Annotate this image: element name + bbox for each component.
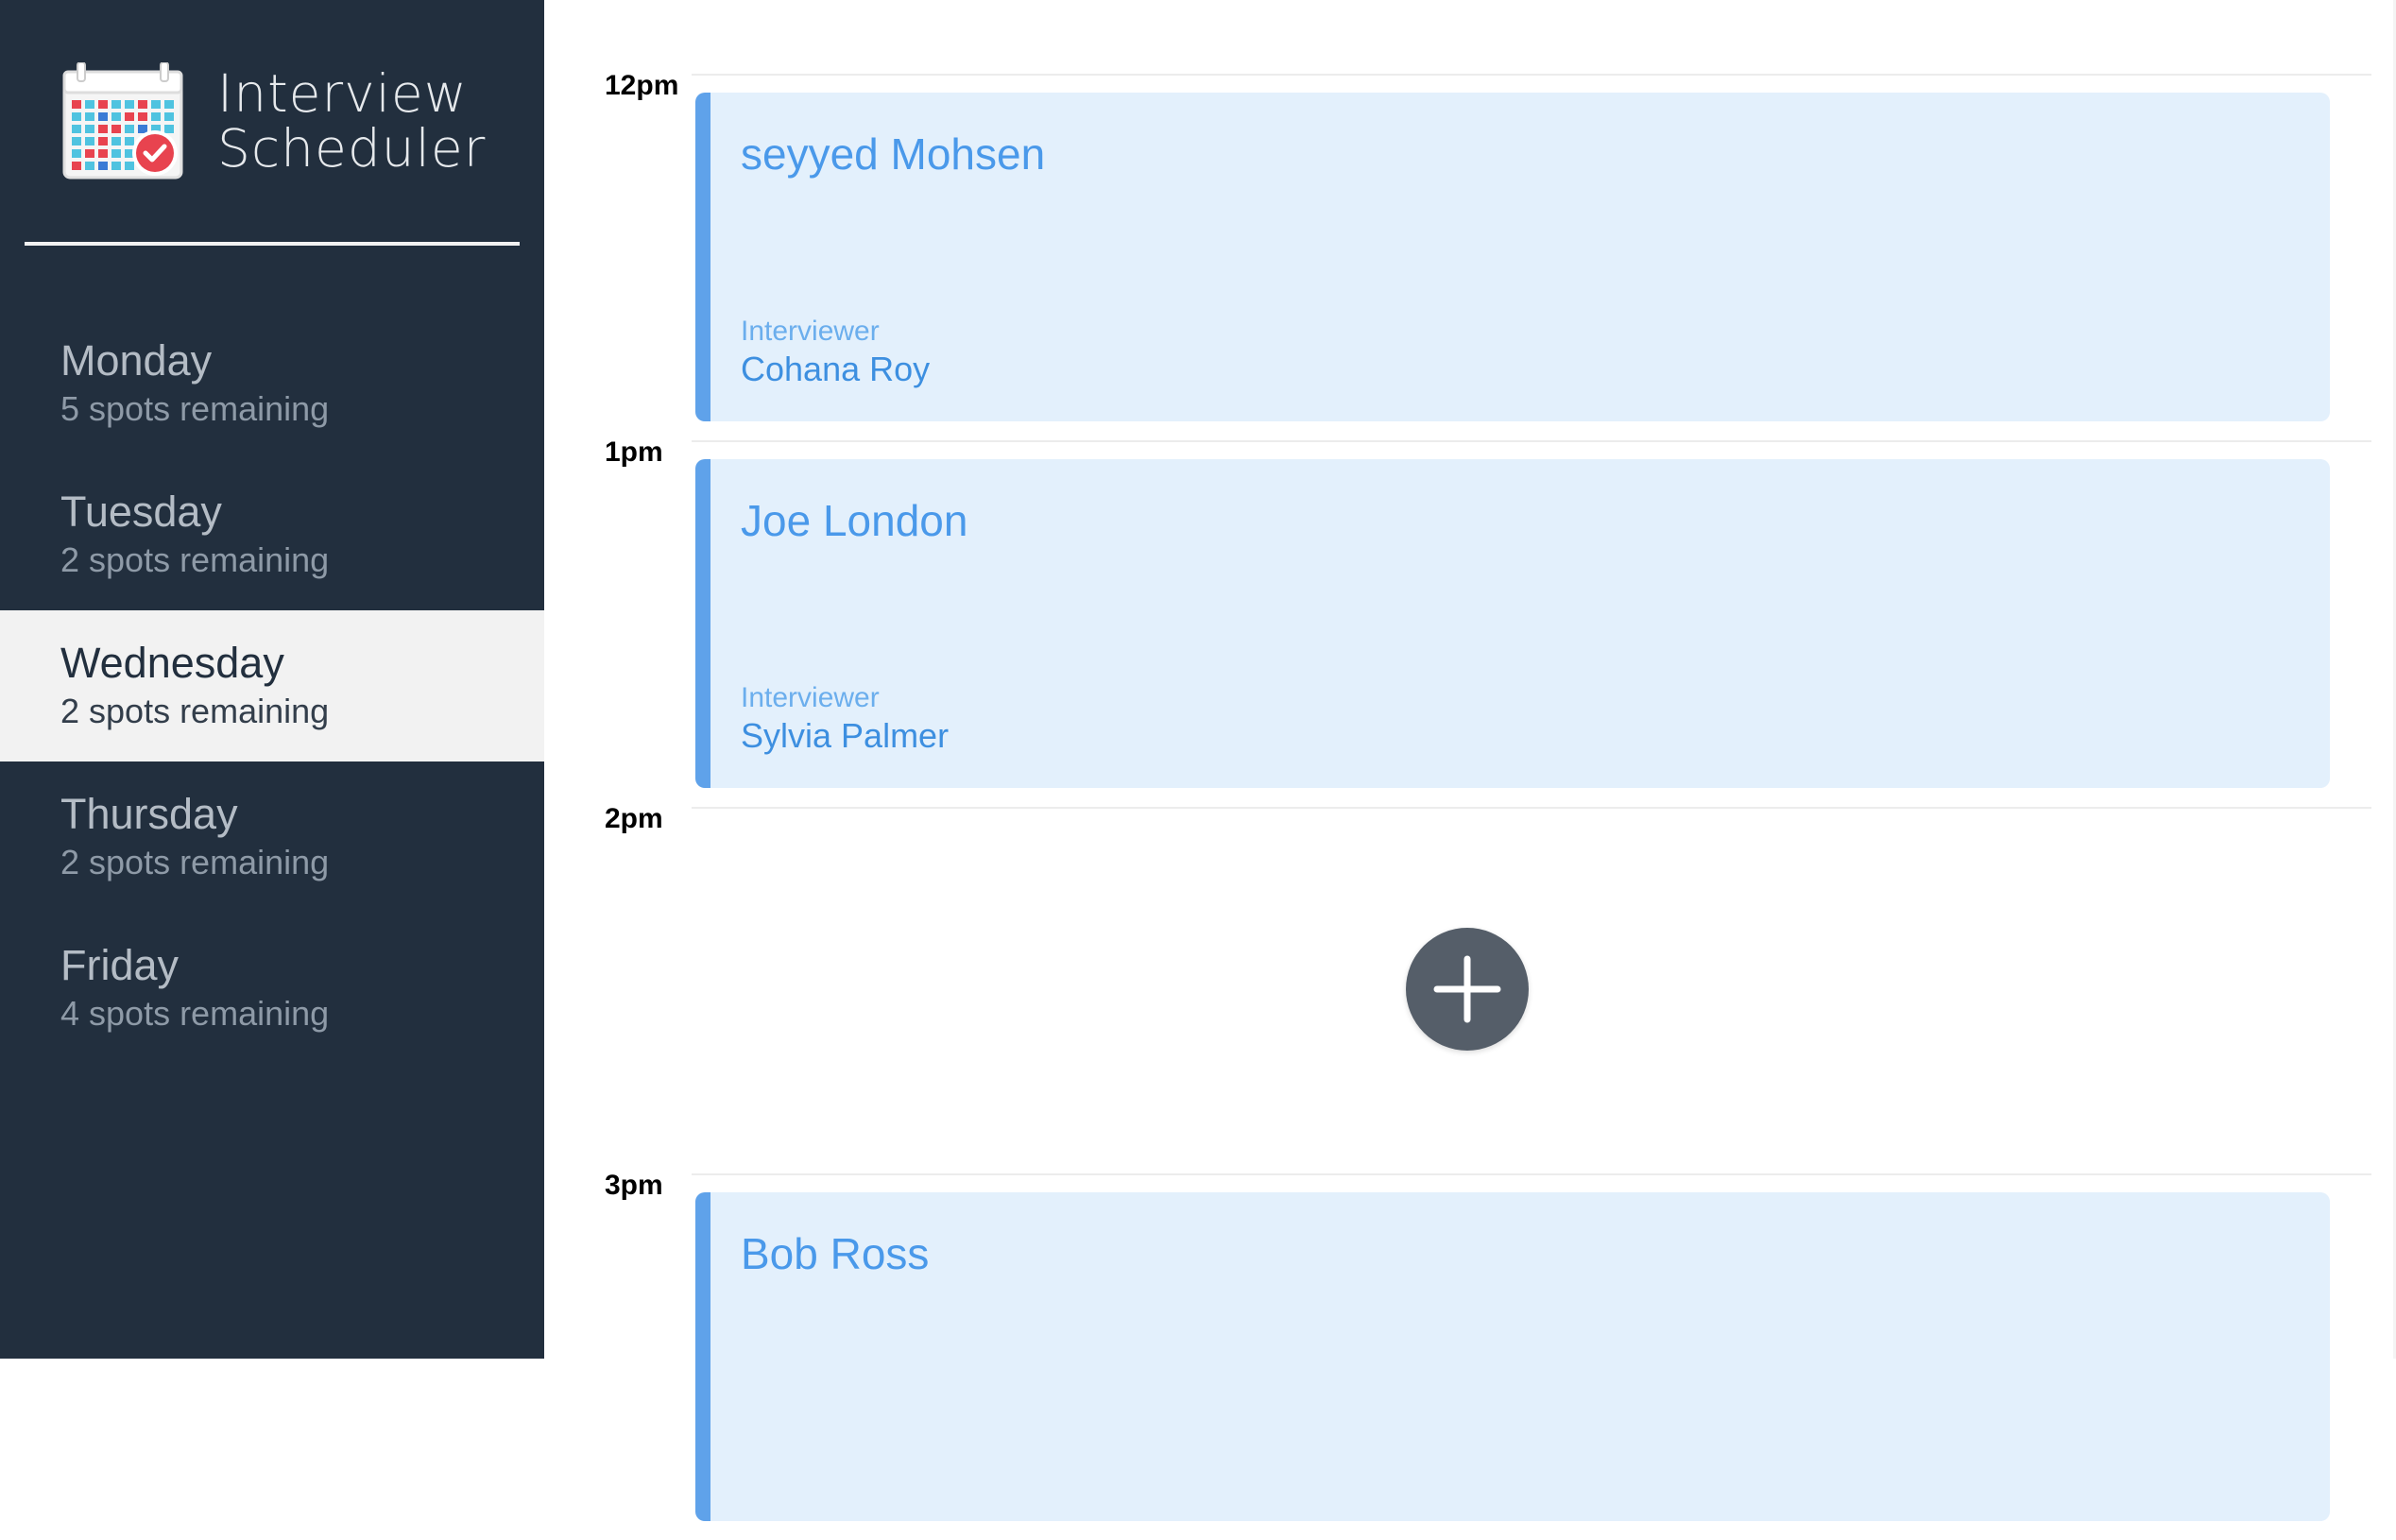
day-name: Friday	[60, 941, 180, 989]
slot-time: 2pm	[605, 803, 663, 834]
day-spots: 4 spots remaining	[60, 994, 330, 1033]
day-item-monday[interactable]: Monday 5 spots remaining	[0, 308, 544, 459]
day-name: Thursday	[60, 790, 238, 838]
appointment-card[interactable]: Bob Ross	[695, 1192, 2330, 1521]
slot-separator	[692, 1173, 2371, 1175]
interviewer-name: Sylvia Palmer	[741, 716, 950, 755]
day-spots: 2 spots remaining	[60, 692, 330, 730]
slot-time: 1pm	[605, 436, 663, 468]
day-name: Wednesday	[60, 639, 284, 687]
appointment-card[interactable]: seyyed Mohsen Interviewer Cohana Roy	[695, 93, 2330, 421]
add-appointment-button[interactable]	[1406, 928, 1529, 1051]
day-name: Monday	[60, 336, 213, 385]
plus-icon	[1433, 955, 1501, 1023]
day-item-wednesday[interactable]: Wednesday 2 spots remaining	[0, 610, 544, 761]
interviewer-label: Interviewer	[741, 316, 880, 347]
sidebar-divider	[25, 242, 520, 246]
time-slot-12pm: 12pm seyyed Mohsen Interviewer Cohana Ro…	[544, 70, 2396, 440]
day-spots: 2 spots remaining	[60, 540, 330, 579]
time-slot-3pm: 3pm Bob Ross	[544, 1170, 2396, 1540]
interviewer-name: Cohana Roy	[741, 350, 931, 388]
day-item-tuesday[interactable]: Tuesday 2 spots remaining	[0, 459, 544, 610]
student-name: Bob Ross	[741, 1229, 930, 1278]
app-title-line2: Scheduler	[217, 118, 487, 179]
app-title: Interview Scheduler	[217, 66, 486, 176]
slot-separator	[692, 74, 2371, 76]
day-name: Tuesday	[60, 488, 222, 536]
app-title-line1: Interview	[217, 63, 468, 124]
calendar-check-icon	[62, 62, 183, 180]
day-item-friday[interactable]: Friday 4 spots remaining	[0, 913, 544, 1064]
day-list: Monday 5 spots remaining Tuesday 2 spots…	[0, 308, 544, 1064]
sidebar: Interview Scheduler Monday 5 spots remai…	[0, 0, 544, 1359]
schedule: 12pm seyyed Mohsen Interviewer Cohana Ro…	[544, 0, 2396, 1521]
slot-time: 3pm	[605, 1170, 663, 1201]
slot-separator	[692, 807, 2371, 809]
day-spots: 2 spots remaining	[60, 843, 330, 881]
student-name: seyyed Mohsen	[741, 129, 1046, 179]
interviewer-label: Interviewer	[741, 682, 880, 713]
day-spots: 5 spots remaining	[60, 389, 330, 428]
time-slot-2pm: 2pm	[544, 803, 2396, 1173]
slot-time: 12pm	[605, 70, 679, 101]
slot-separator	[692, 440, 2371, 442]
time-slot-1pm: 1pm Joe London Interviewer Sylvia Palmer	[544, 436, 2396, 807]
day-item-thursday[interactable]: Thursday 2 spots remaining	[0, 761, 544, 913]
student-name: Joe London	[741, 496, 968, 545]
app-logo: Interview Scheduler	[60, 62, 514, 185]
appointment-card[interactable]: Joe London Interviewer Sylvia Palmer	[695, 459, 2330, 788]
